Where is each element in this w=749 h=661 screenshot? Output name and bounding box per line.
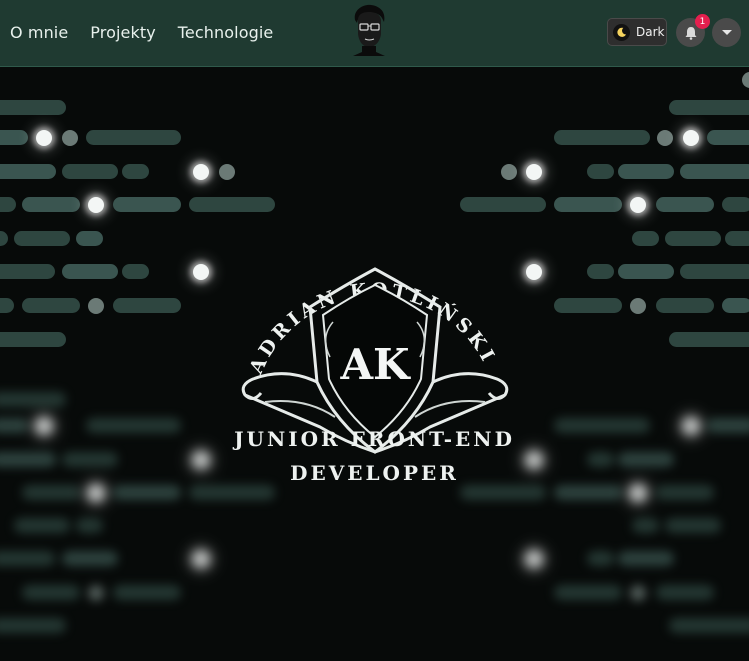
theme-toggle-button[interactable]: Dark (607, 18, 667, 46)
nav-link-projects[interactable]: Projekty (90, 23, 155, 42)
user-menu-button[interactable] (712, 18, 741, 47)
notification-count-badge: 1 (695, 14, 710, 29)
monogram-crest-logo: ADRIAN KOTLIŃSKI AK (241, 267, 509, 454)
portrait-face-icon[interactable] (349, 4, 389, 56)
hero-section: ADRIAN KOTLIŃSKI AK JUNIOR FRONT-END DEV… (0, 67, 749, 661)
nav-link-technologies[interactable]: Technologie (178, 23, 274, 42)
theme-toggle-label: Dark (636, 25, 665, 39)
main-nav: O mnie Projekty Technologie (10, 23, 273, 42)
monogram-text: AK (339, 340, 411, 389)
chevron-down-icon (721, 29, 732, 35)
hero-title-line1: JUNIOR FRONT-END (234, 427, 515, 451)
bell-icon (685, 26, 696, 40)
hero-title-line2: DEVELOPER (290, 461, 459, 485)
top-header: O mnie Projekty Technologie Dark 1 (0, 0, 749, 67)
moon-icon (613, 23, 630, 41)
nav-link-about[interactable]: O mnie (10, 23, 68, 42)
